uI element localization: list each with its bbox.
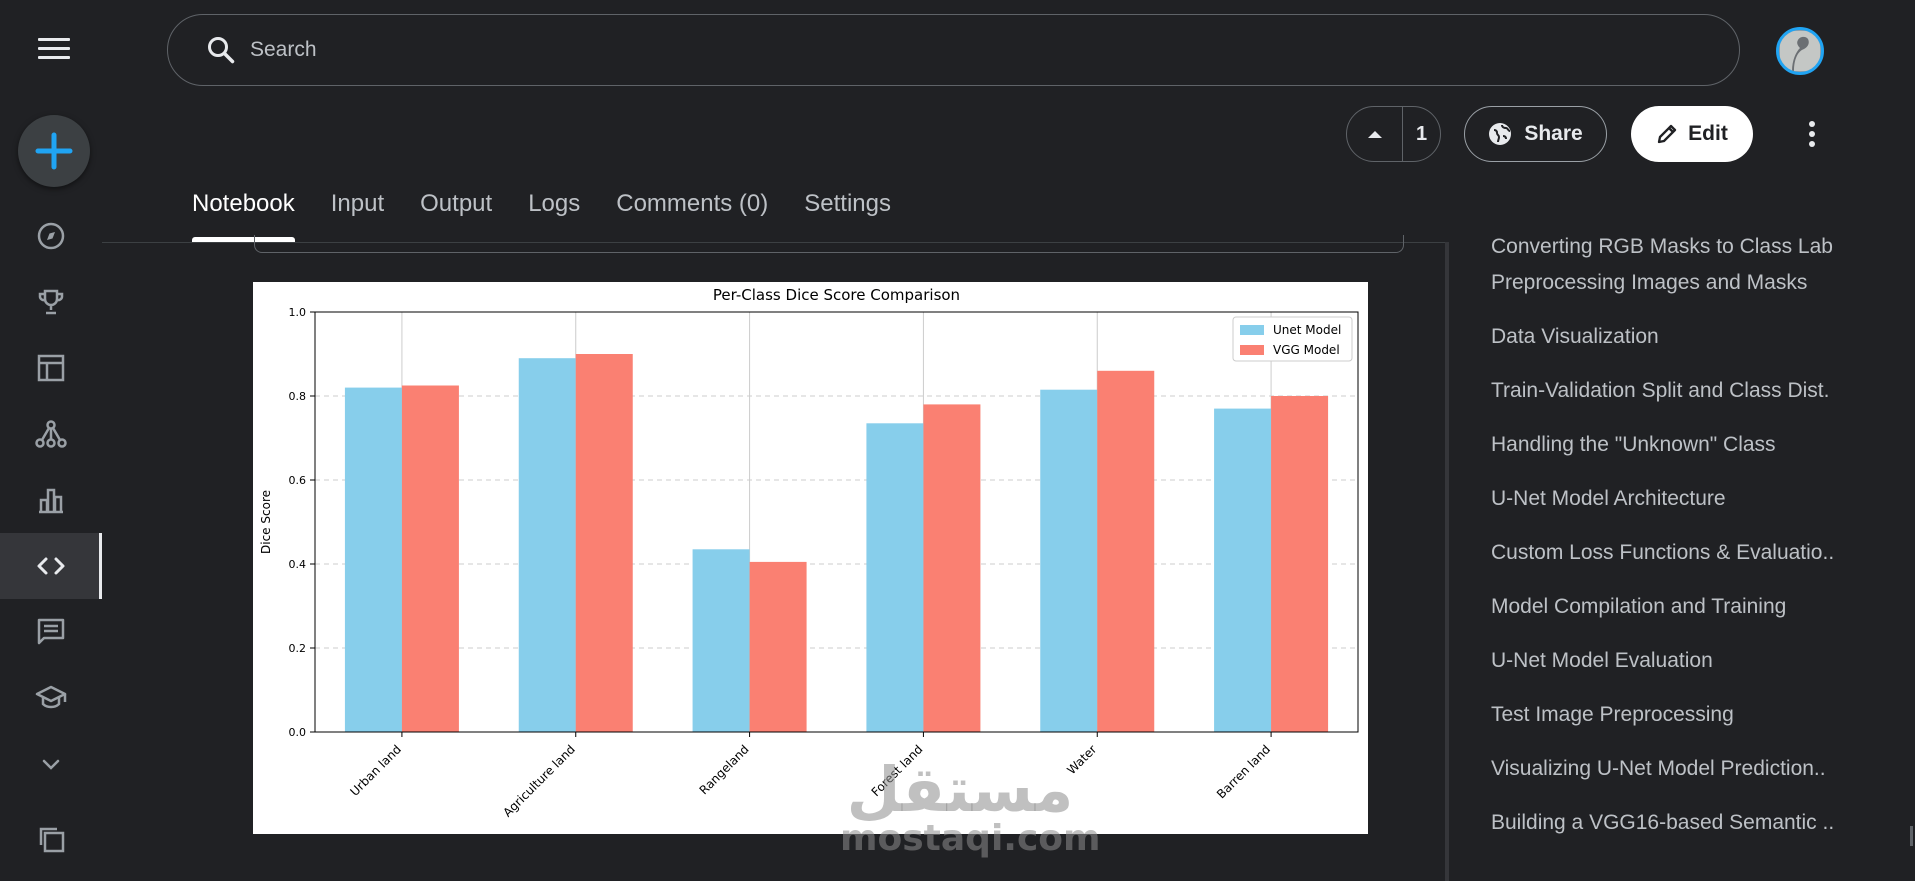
x-tick-label: Rangeland <box>697 742 752 797</box>
y-tick-label: 1.0 <box>289 306 307 319</box>
y-tick-label: 0.0 <box>289 726 307 739</box>
bar-vgg <box>401 385 459 732</box>
code-icon <box>37 557 65 575</box>
bar-unet <box>1040 389 1098 732</box>
legend-swatch <box>1240 325 1264 335</box>
y-tick-label: 0.6 <box>289 474 307 487</box>
watermark-arabic: مستقل <box>846 753 1074 826</box>
learn-icon <box>35 685 67 709</box>
previous-cell-edge <box>254 235 1404 253</box>
nav-benchmarks[interactable] <box>0 467 102 533</box>
comments-icon <box>37 618 65 645</box>
edit-label: Edit <box>1688 122 1728 145</box>
bar-vgg <box>1097 370 1155 732</box>
upvote-control: 1 <box>1346 106 1441 162</box>
plus-icon <box>35 132 73 170</box>
left-sidebar <box>0 0 102 881</box>
bar-unet <box>1214 408 1272 732</box>
chevron-down-icon <box>42 759 60 770</box>
bar-chart-icon <box>39 488 63 514</box>
toc-item[interactable]: Building a VGG16-based Semantic .. <box>1491 812 1901 866</box>
chart-title: Per-Class Dice Score Comparison <box>713 286 960 304</box>
search-icon <box>208 37 235 64</box>
watermark: مستقل mostaqi.com <box>840 753 1101 859</box>
y-tick-label: 0.4 <box>289 558 307 571</box>
upvote-button[interactable] <box>1347 107 1403 161</box>
nav-competitions[interactable] <box>0 269 102 335</box>
toc-item[interactable]: Data Visualization <box>1491 326 1901 380</box>
toc-item[interactable]: Model Compilation and Training <box>1491 596 1901 650</box>
more-options-button[interactable] <box>1794 116 1830 152</box>
nav-learn[interactable] <box>0 665 102 731</box>
trophy-icon <box>38 289 64 315</box>
x-tick-label: Barren land <box>1214 742 1273 801</box>
nav-more[interactable] <box>0 731 102 797</box>
vote-count: 1 <box>1415 122 1428 145</box>
legend-swatch <box>1240 345 1264 355</box>
bar-vgg <box>923 404 981 732</box>
y-tick-label: 0.2 <box>289 642 307 655</box>
plot-frame <box>314 311 1359 733</box>
watermark-latin: mostaqi.com <box>840 818 1101 859</box>
x-tick-label: Urban land <box>347 742 404 799</box>
toc-item[interactable]: Converting RGB Masks to Class Lab <box>1491 236 1901 272</box>
avatar[interactable] <box>1776 27 1824 75</box>
toc-item[interactable]: Handling the "Unknown" Class <box>1491 434 1901 488</box>
toc-item[interactable]: Test Image Preprocessing <box>1491 704 1901 758</box>
create-button[interactable] <box>18 115 90 187</box>
bar-unet <box>866 423 924 732</box>
dice-score-chart: Per-Class Dice Score Comparison 0.0 0.2 0.4… <box>259 286 1359 820</box>
toc-item[interactable]: Visualizing U-Net Model Prediction.. <box>1491 758 1901 812</box>
edit-button[interactable]: Edit <box>1631 106 1753 162</box>
menu-icon[interactable] <box>38 38 70 62</box>
toc-divider <box>1445 242 1449 881</box>
y-axis-label: Dice Score <box>259 490 273 554</box>
y-tick-label: 0.8 <box>289 390 307 403</box>
bar-vgg <box>1271 396 1329 732</box>
toc-item[interactable]: Train-Validation Split and Class Dist. <box>1491 380 1901 434</box>
copy-icon <box>39 827 65 853</box>
bar-unet <box>692 549 750 732</box>
table-icon <box>37 354 65 382</box>
nav-your-work[interactable] <box>0 806 102 872</box>
scrollbar-thumb[interactable] <box>1910 826 1913 846</box>
share-button[interactable]: Share <box>1464 106 1607 162</box>
legend-label: Unet Model <box>1273 323 1341 337</box>
compass-icon <box>37 222 65 250</box>
nav-models[interactable] <box>0 401 102 467</box>
toc-item[interactable]: U-Net Model Evaluation <box>1491 650 1901 704</box>
bar-unet <box>344 387 402 732</box>
user-avatar-icon <box>1780 31 1820 71</box>
pencil-icon <box>1658 124 1677 144</box>
table-of-contents: Converting RGB Masks to Class Lab Preproc… <box>1491 236 1911 866</box>
x-tick-label: Agriculture land <box>500 742 578 820</box>
share-label: Share <box>1524 122 1583 145</box>
bar-unet <box>518 358 576 732</box>
nav-discussions[interactable] <box>0 599 102 665</box>
toc-item[interactable]: Preprocessing Images and Masks <box>1491 272 1901 326</box>
bar-vgg <box>749 561 807 732</box>
legend-label: VGG Model <box>1273 343 1340 357</box>
nav-datasets[interactable] <box>0 335 102 401</box>
chart-output: Per-Class Dice Score Comparison 0.0 0.2 0.4… <box>253 282 1368 834</box>
search-bar[interactable] <box>167 14 1740 86</box>
toc-item[interactable]: Custom Loss Functions & Evaluatio.. <box>1491 542 1901 596</box>
models-icon <box>35 420 67 448</box>
search-input[interactable] <box>250 38 1650 62</box>
nav-code[interactable] <box>0 533 102 599</box>
toc-item[interactable]: U-Net Model Architecture <box>1491 488 1901 542</box>
bar-vgg <box>575 354 633 732</box>
caret-up-icon <box>1367 131 1382 138</box>
nav-explore[interactable] <box>0 203 102 269</box>
globe-icon <box>1489 123 1512 145</box>
